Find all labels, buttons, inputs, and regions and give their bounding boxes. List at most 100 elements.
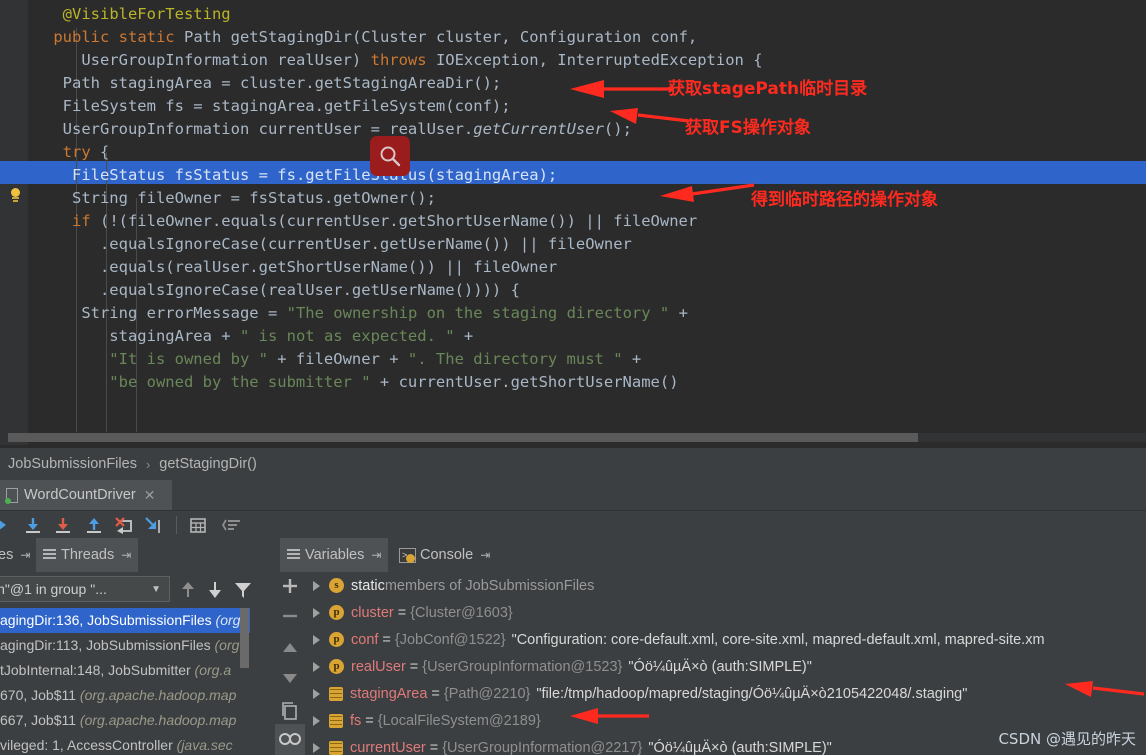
frame-row[interactable]: agingDir:136, JobSubmissionFiles (org [0,608,250,633]
copy-icon[interactable] [278,700,302,724]
show-execution-point-icon[interactable] [0,515,14,535]
expand-triangle-icon[interactable] [313,715,320,726]
code-text[interactable]: @VisibleForTesting public static Path get… [44,0,1146,445]
frame-row-package: (org.apache.hadoop.map [76,687,237,703]
tab-variables[interactable]: Variables ⇥ [280,538,389,572]
frame-row-package: (org.apache.hadoop.map [76,712,237,728]
pin-icon[interactable]: ⇥ [480,548,490,562]
step-out-icon[interactable] [83,515,105,535]
tab-threads-label: Threads [61,547,115,563]
expand-triangle-icon[interactable] [313,742,320,753]
frame-row-label: agingDir:136, JobSubmissionFiles [0,612,212,628]
tab-console[interactable]: > Console ⇥ [392,538,497,572]
variable-reference: {Cluster@1603} [410,604,513,621]
code-line: FileSystem fs = stagingArea.getFileSyste… [62,97,511,115]
expand-triangle-icon[interactable] [313,634,320,645]
sort-values-icon[interactable] [221,515,243,535]
variable-row[interactable]: p realUser = {UserGroupInformation@1523} "Óö… [305,653,1146,680]
debug-toolbar[interactable] [0,510,1146,539]
evaluate-expression-icon[interactable] [187,515,209,535]
pin-icon[interactable]: ⇥ [371,548,381,562]
frame-row[interactable]: tJobInternal:148, JobSubmitter (org.a [0,658,250,683]
variable-row[interactable]: s static members of JobSubmissionFiles [305,572,1146,599]
inspect-button[interactable] [275,724,305,755]
breadcrumb-class[interactable]: JobSubmissionFiles [8,456,137,472]
add-watch-icon[interactable] [278,574,302,598]
expand-triangle-icon[interactable] [313,688,320,699]
frame-row[interactable]: 667, Job$11 (org.apache.hadoop.map [0,708,250,733]
frames-down-icon[interactable] [205,580,225,600]
expand-triangle-icon[interactable] [313,607,320,618]
pin-icon[interactable]: ⇥ [121,548,131,562]
force-step-over-icon[interactable] [113,515,135,535]
variable-equals: = [365,712,374,729]
code-line: UserGroupInformation currentUser = realU… [62,120,632,138]
variable-reference: {UserGroupInformation@2217} [442,739,643,755]
annotation-arrow-1 [570,80,674,98]
variable-kind-badge: s [329,578,344,593]
tab-frames-label: es [0,547,14,563]
step-into-icon[interactable] [52,515,74,535]
expand-triangle-icon[interactable] [313,580,320,591]
run-to-cursor-icon[interactable] [142,515,164,535]
editor-gutter[interactable] [0,0,28,445]
annotation-label-1: 获取stagePath临时目录 [668,79,868,99]
watermark: CSDN @遇见的昨天 [998,730,1136,748]
chevron-down-icon[interactable]: ▼ [151,584,161,595]
annotation-label-3: 得到临时路径的操作对象 [751,190,938,210]
thread-selector-dropdown[interactable]: in"@1 in group "... ▼ [0,576,170,602]
frames-list[interactable]: agingDir:136, JobSubmissionFiles (org agi… [0,608,250,755]
editor-fold-column[interactable] [28,0,44,445]
move-up-icon[interactable] [278,636,302,660]
move-down-icon[interactable] [278,666,302,690]
code-line: String errorMessage = "The ownership on … [81,304,688,322]
editor-hscrollbar-thumb[interactable] [8,433,918,442]
breadcrumb[interactable]: JobSubmissionFiles › getStagingDir() [0,447,1146,480]
variables-icon [287,549,300,561]
variable-value: "Óö¼ûµÄ×ò (auth:SIMPLE)" [648,739,832,755]
frames-scrollbar-thumb[interactable] [240,608,249,668]
remove-watch-icon[interactable] [278,604,302,628]
pin-icon[interactable]: ⇥ [20,548,30,562]
frames-panel[interactable]: in"@1 in group "... ▼ agingDir:136, JobS… [0,572,275,755]
step-over-icon[interactable] [22,515,44,535]
variable-row[interactable]: stagingArea = {Path@2210} "file:/tmp/hadoop… [305,680,1146,707]
variable-value: "file:/tmp/hadoop/mapred/staging/Óö¼ûµÄ×… [536,685,968,702]
frame-row[interactable]: agingDir:113, JobSubmissionFiles (org [0,633,250,658]
frame-row-package: (java.sec [172,737,233,753]
frame-row-label: tJobInternal:148, JobSubmitter [0,662,191,678]
frame-row-label: agingDir:113, JobSubmissionFiles [0,637,211,653]
code-line: @VisibleForTesting [62,5,231,23]
variable-description: members of JobSubmissionFiles [384,577,595,594]
variable-row[interactable]: p conf = {JobConf@1522} "Configuration: core… [305,626,1146,653]
frame-row[interactable]: vileged: 1, AccessController (java.sec [0,733,250,755]
tab-label: WordCountDriver [24,487,136,503]
variable-row[interactable]: p cluster = {Cluster@1603} [305,599,1146,626]
code-line: .equals(realUser.getShortUserName()) || … [99,258,558,276]
close-icon[interactable]: ✕ [144,487,156,504]
filter-icon[interactable] [233,580,253,600]
tab-threads[interactable]: Threads ⇥ [36,538,139,572]
variable-object-badge [329,740,343,755]
code-line: FileStatus fsStatus = fs.getFileStatus(s… [71,166,558,184]
variable-equals: = [429,739,439,755]
intention-bulb-icon[interactable] [9,188,22,204]
run-tab-bar: WordCountDriver ✕ [0,480,1146,510]
variable-value: "Configuration: core-default.xml, core-s… [511,631,1045,648]
tab-frames[interactable]: es ⇥ [0,538,37,572]
frames-up-icon[interactable] [178,580,198,600]
magnifier-cursor-icon [370,136,410,176]
tab-wordcountdriver[interactable]: WordCountDriver ✕ [0,480,172,510]
expand-triangle-icon[interactable] [313,661,320,672]
frame-row[interactable]: 670, Job$11 (org.apache.hadoop.map [0,683,250,708]
run-config-icon [5,487,19,504]
variable-object-badge [329,713,343,728]
binocular-icon [279,733,301,745]
code-line: public static Path getStagingDir(Cluster… [53,28,698,46]
frame-row-package: (org.a [190,662,232,678]
annotation-arrow-staging [1065,681,1145,697]
code-editor[interactable]: @VisibleForTesting public static Path get… [0,0,1146,445]
variables-side-toolbar[interactable] [275,572,305,755]
breadcrumb-method[interactable]: getStagingDir() [159,456,257,472]
code-line: if (!(fileOwner.equals(currentUser.getSh… [71,212,698,230]
